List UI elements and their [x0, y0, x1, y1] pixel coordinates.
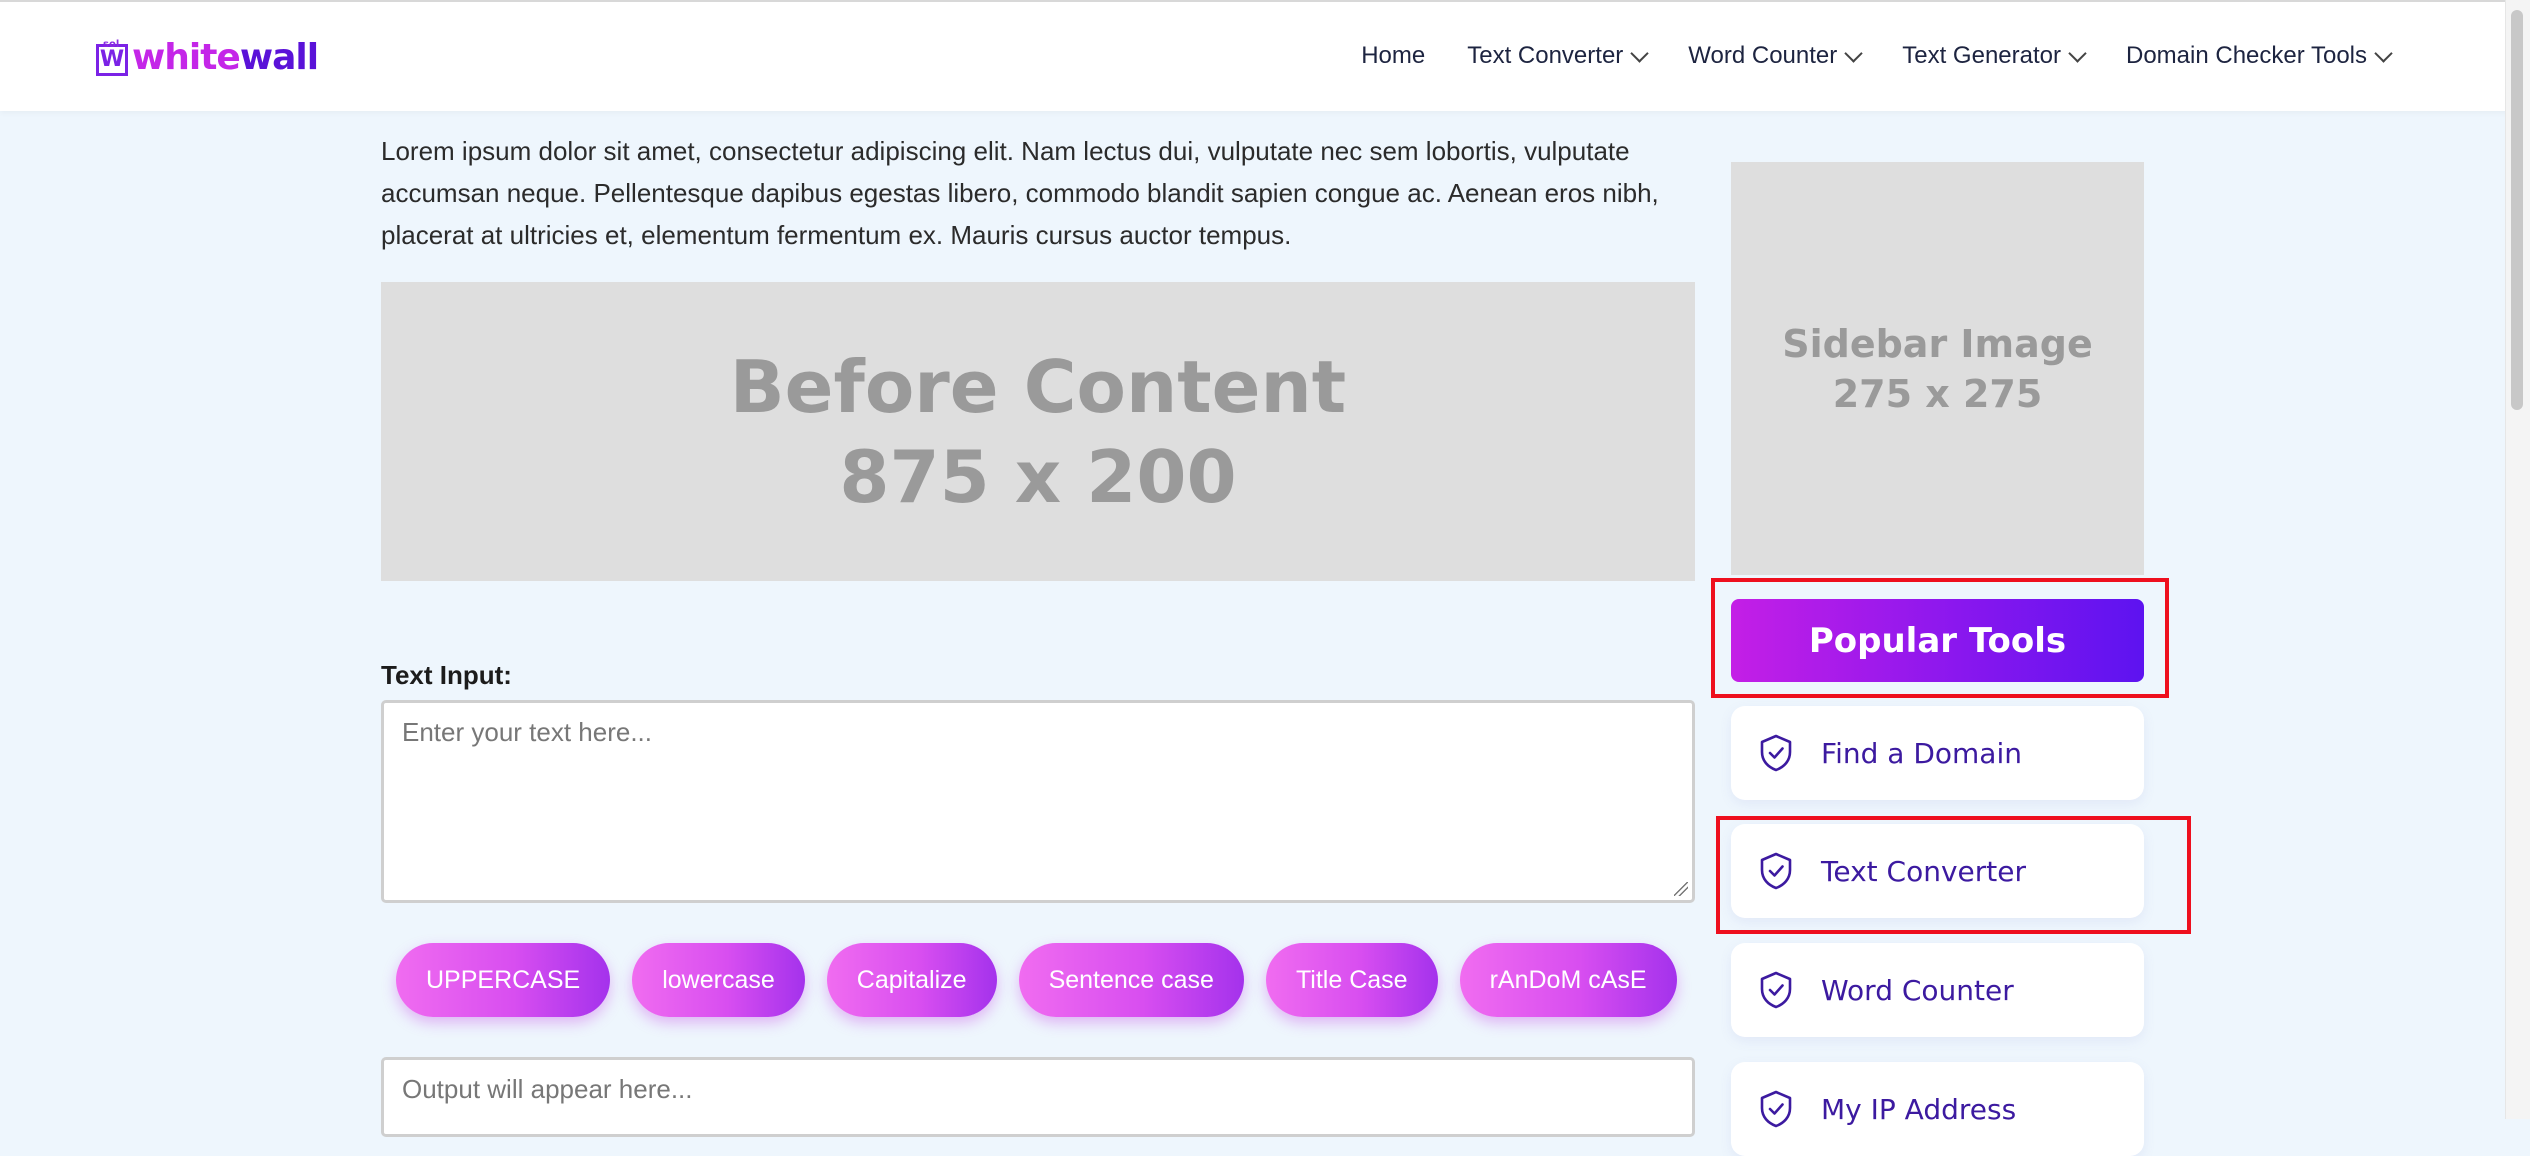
uppercase-button[interactable]: UPPERCASE — [396, 943, 611, 1017]
site-logo[interactable]: sol W whitewall — [96, 30, 319, 80]
capitalize-button[interactable]: Capitalize — [826, 943, 997, 1017]
highlight-box-text-converter — [1716, 816, 2191, 934]
tool-label: Word Counter — [1821, 973, 2014, 1007]
random-case-button[interactable]: rAnDoM cAsE — [1459, 943, 1677, 1017]
logo-part-2: wall — [239, 37, 319, 78]
logo-wordmark: whitewall — [132, 36, 319, 80]
ad-before-line-1: Before Content — [729, 344, 1347, 429]
sidebar-image-placeholder: Sidebar Image 275 x 275 — [1731, 162, 2144, 575]
chevron-down-icon — [2068, 43, 2087, 63]
shield-check-icon — [1760, 971, 1792, 1009]
ad-before-line-2: 875 x 200 — [839, 434, 1237, 519]
tool-card-word-counter[interactable]: Word Counter — [1731, 943, 2144, 1037]
logo-mark-icon: sol W — [96, 39, 128, 76]
before-content-ad-placeholder: Before Content 875 x 200 — [381, 282, 1695, 581]
resize-handle-icon[interactable] — [1674, 882, 1688, 896]
logo-sup-text: sol — [103, 39, 120, 50]
nav-domain-checker-label: Domain Checker Tools — [2126, 42, 2367, 69]
highlight-box-popular-tools — [1711, 578, 2169, 698]
text-input-placeholder: Enter your text here... — [402, 717, 653, 747]
sidebar-ad-line-2: 275 x 275 — [1832, 371, 2043, 416]
tool-label: Find a Domain — [1821, 736, 2022, 770]
logo-part-1: white — [132, 37, 241, 78]
sidebar-ad-line-1: Sidebar Image — [1782, 321, 2093, 366]
nav-text-generator[interactable]: Text Generator — [1902, 42, 2087, 70]
chevron-down-icon — [1844, 43, 1863, 63]
lowercase-button[interactable]: lowercase — [632, 943, 805, 1017]
tool-card-my-ip-address[interactable]: My IP Address — [1731, 1062, 2144, 1156]
nav-home-label: Home — [1361, 42, 1426, 69]
chevron-down-icon — [2374, 43, 2393, 63]
case-buttons-row: UPPERCASE lowercase Capitalize Sentence … — [396, 943, 1677, 1017]
nav-text-converter-label: Text Converter — [1467, 42, 1624, 69]
intro-paragraph: Lorem ipsum dolor sit amet, consectetur … — [381, 136, 1659, 250]
nav-home[interactable]: Home — [1361, 42, 1425, 70]
shield-check-icon — [1760, 734, 1792, 772]
nav-word-counter-label: Word Counter — [1688, 42, 1838, 69]
page-scrollbar[interactable] — [2505, 0, 2530, 1119]
nav-word-counter[interactable]: Word Counter — [1688, 42, 1863, 70]
tool-card-find-a-domain[interactable]: Find a Domain — [1731, 706, 2144, 800]
sentence-case-button[interactable]: Sentence case — [1018, 943, 1244, 1017]
text-input-label: Text Input: — [381, 660, 512, 690]
site-header: sol W whitewall Home Text Converter Word… — [0, 0, 2530, 111]
nav-text-converter[interactable]: Text Converter — [1467, 42, 1649, 70]
tool-label: My IP Address — [1821, 1092, 2017, 1126]
nav-text-generator-label: Text Generator — [1902, 42, 2061, 69]
shield-check-icon — [1760, 1090, 1792, 1128]
chevron-down-icon — [1630, 43, 1649, 63]
main-nav: Home Text Converter Word Counter Text Ge… — [1319, 42, 2393, 70]
text-input-area[interactable]: Enter your text here... — [381, 700, 1695, 903]
nav-domain-checker-tools[interactable]: Domain Checker Tools — [2126, 42, 2393, 70]
output-area[interactable]: Output will appear here... — [381, 1057, 1695, 1137]
scrollbar-thumb[interactable] — [2511, 10, 2523, 410]
output-placeholder: Output will appear here... — [402, 1074, 693, 1104]
title-case-button[interactable]: Title Case — [1265, 943, 1438, 1017]
